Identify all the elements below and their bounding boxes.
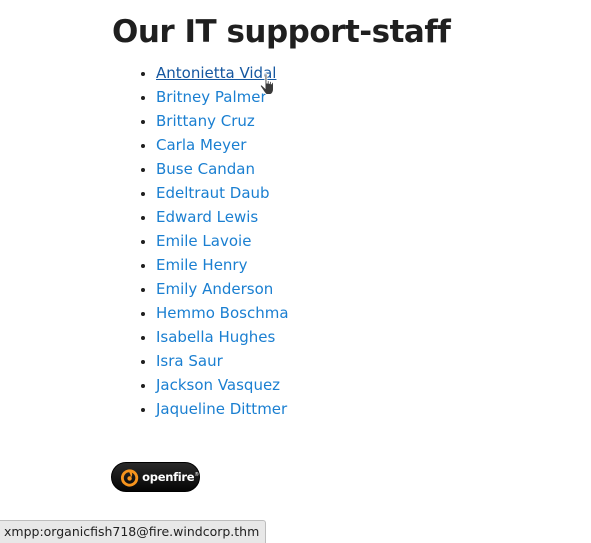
staff-member-link[interactable]: Buse Candan — [156, 160, 255, 178]
staff-list-item: Edeltraut Daub — [156, 181, 289, 205]
staff-member-link[interactable]: Edward Lewis — [156, 208, 258, 226]
staff-list-item: Jaqueline Dittmer — [156, 397, 289, 421]
staff-member-link[interactable]: Carla Meyer — [156, 136, 246, 154]
staff-member-link[interactable]: Isabella Hughes — [156, 328, 275, 346]
staff-member-link[interactable]: Isra Saur — [156, 352, 223, 370]
staff-list-item: Emily Anderson — [156, 277, 289, 301]
hand-pointer-cursor-icon — [259, 73, 274, 95]
staff-member-link[interactable]: Edeltraut Daub — [156, 184, 270, 202]
staff-member-link[interactable]: Brittany Cruz — [156, 112, 255, 130]
staff-member-link[interactable]: Emile Lavoie — [156, 232, 251, 250]
staff-list: Antonietta VidalBritney PalmerBrittany C… — [134, 61, 289, 421]
staff-list-item: Jackson Vasquez — [156, 373, 289, 397]
staff-list-item: Emile Lavoie — [156, 229, 289, 253]
openfire-flame-icon — [120, 469, 139, 487]
page-title: Our IT support-staff — [112, 14, 451, 50]
staff-member-link[interactable]: Jaqueline Dittmer — [156, 400, 287, 418]
staff-member-link[interactable]: Britney Palmer — [156, 88, 267, 106]
staff-list-item: Carla Meyer — [156, 133, 289, 157]
staff-member-link[interactable]: Hemmo Boschma — [156, 304, 289, 322]
staff-member-link[interactable]: Jackson Vasquez — [156, 376, 280, 394]
staff-list-item: Edward Lewis — [156, 205, 289, 229]
staff-list-item: Brittany Cruz — [156, 109, 289, 133]
status-bar-url: xmpp:organicfish718@fire.windcorp.thm — [0, 520, 267, 543]
openfire-badge-link[interactable]: openfire® — [111, 462, 200, 492]
staff-list-item: Isabella Hughes — [156, 325, 289, 349]
staff-list-item: Isra Saur — [156, 349, 289, 373]
staff-list-item: Hemmo Boschma — [156, 301, 289, 325]
staff-member-link[interactable]: Emile Henry — [156, 256, 247, 274]
staff-list-item: Buse Candan — [156, 157, 289, 181]
staff-list-item: Emile Henry — [156, 253, 289, 277]
staff-member-link[interactable]: Emily Anderson — [156, 280, 273, 298]
openfire-badge-text: openfire® — [142, 470, 199, 484]
